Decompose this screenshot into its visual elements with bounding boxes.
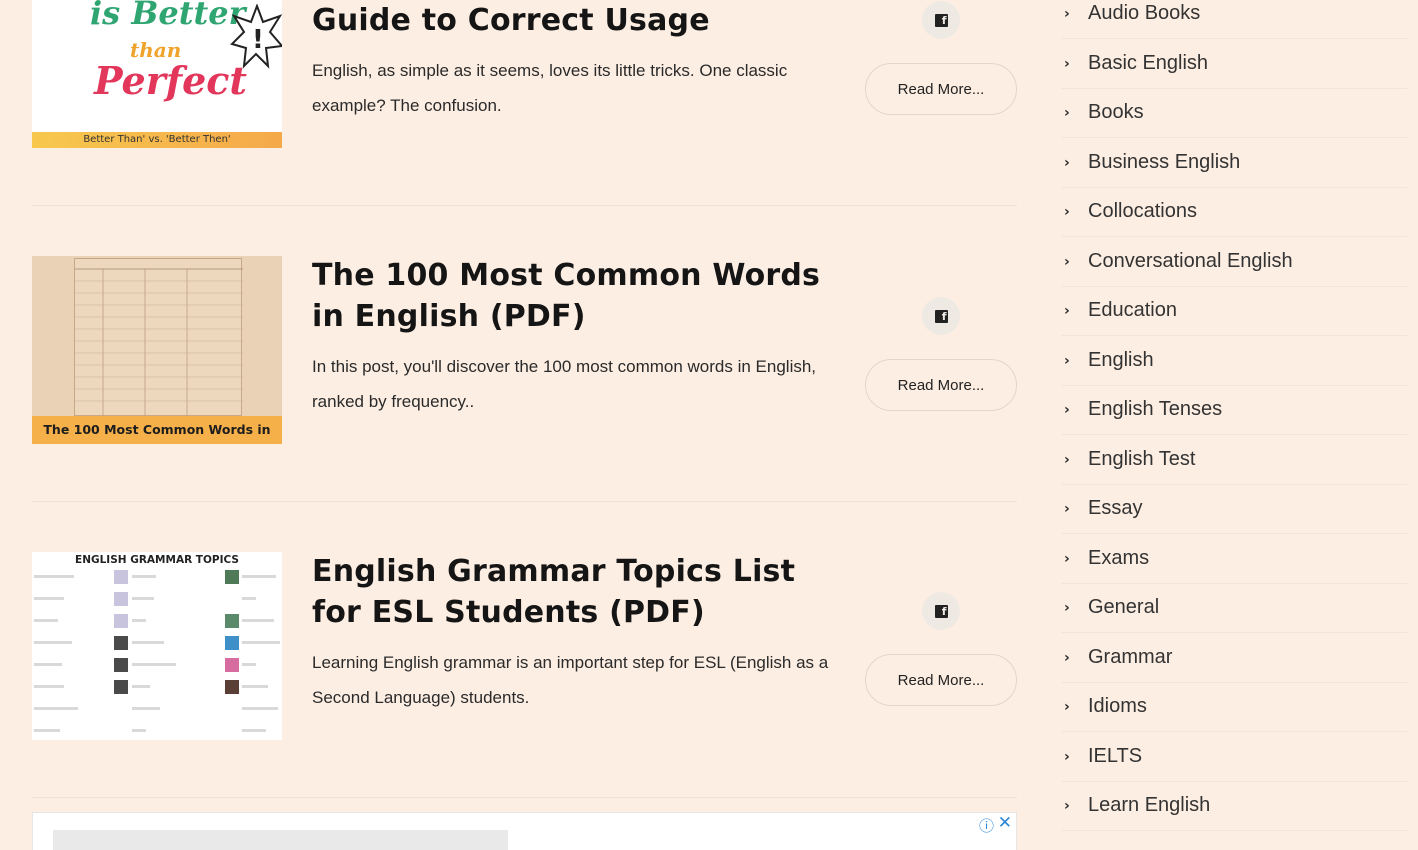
chevron-right-icon: ›: [1064, 500, 1070, 517]
chevron-right-icon: ›: [1064, 550, 1070, 567]
post-thumbnail[interactable]: ENGLISH GRAMMAR TOPICS: [32, 552, 282, 740]
chevron-right-icon: ›: [1064, 253, 1070, 270]
category-label[interactable]: English: [1088, 349, 1154, 372]
category-label[interactable]: English Tenses: [1088, 398, 1222, 421]
divider: [32, 797, 1017, 798]
post-excerpt: Learning English grammar is an important…: [312, 653, 829, 707]
chevron-right-icon: ›: [1064, 154, 1070, 171]
category-item[interactable]: › Books: [1062, 88, 1407, 138]
chevron-right-icon: ›: [1064, 302, 1070, 319]
category-item[interactable]: › English Tenses: [1062, 385, 1407, 435]
ad-content[interactable]: [53, 830, 508, 850]
category-item[interactable]: › IELTS: [1062, 732, 1407, 782]
category-item[interactable]: › General: [1062, 583, 1407, 633]
category-item[interactable]: › Business English: [1062, 138, 1407, 188]
category-item[interactable]: › Essay: [1062, 484, 1407, 534]
category-label[interactable]: Idioms: [1088, 695, 1147, 718]
chevron-right-icon: ›: [1064, 352, 1070, 369]
chevron-right-icon: ›: [1064, 451, 1070, 468]
chevron-right-icon: ›: [1064, 401, 1070, 418]
close-icon[interactable]: ✕: [998, 813, 1012, 833]
read-more-button[interactable]: Read More...: [865, 654, 1017, 706]
category-label[interactable]: IELTS: [1088, 745, 1142, 768]
category-label[interactable]: Audio Books: [1088, 2, 1200, 25]
category-item[interactable]: › English: [1062, 336, 1407, 386]
category-item[interactable]: › Idioms: [1062, 682, 1407, 732]
category-label[interactable]: Grammar: [1088, 646, 1172, 669]
facebook-share-button[interactable]: f: [922, 592, 960, 630]
info-icon[interactable]: ⓘ: [979, 815, 994, 836]
chevron-right-icon: ›: [1064, 797, 1070, 814]
category-item[interactable]: › Basic English: [1062, 39, 1407, 89]
category-label[interactable]: Conversational English: [1088, 250, 1293, 273]
chevron-right-icon: ›: [1064, 599, 1070, 616]
chevron-right-icon: ›: [1064, 203, 1070, 220]
category-item[interactable]: › Grammar: [1062, 633, 1407, 683]
chevron-right-icon: ›: [1064, 55, 1070, 72]
topics-grid-image: [34, 570, 280, 732]
post-card: ENGLISH GRAMMAR TOPICS: [32, 0, 1017, 745]
chevron-right-icon: ›: [1064, 748, 1070, 765]
category-label[interactable]: Education: [1088, 299, 1177, 322]
facebook-icon: f: [934, 604, 948, 618]
category-item[interactable]: › English Test: [1062, 435, 1407, 485]
chevron-right-icon: ›: [1064, 649, 1070, 666]
post-title[interactable]: English Grammar Topics List for ESL Stud…: [312, 551, 832, 633]
category-label[interactable]: Business English: [1088, 151, 1240, 174]
category-item[interactable]: › Collocations: [1062, 187, 1407, 237]
category-item[interactable]: › Conversational English: [1062, 237, 1407, 287]
category-label[interactable]: Learn English: [1088, 794, 1210, 817]
chevron-right-icon: ›: [1064, 698, 1070, 715]
chevron-right-icon: ›: [1064, 5, 1070, 22]
category-label[interactable]: English Test: [1088, 448, 1195, 471]
chevron-right-icon: ›: [1064, 104, 1070, 121]
thumbnail-caption: ENGLISH GRAMMAR TOPICS: [75, 554, 239, 566]
category-label[interactable]: Books: [1088, 101, 1144, 124]
category-label[interactable]: Basic English: [1088, 52, 1208, 75]
category-item[interactable]: › Exams: [1062, 534, 1407, 584]
category-label[interactable]: General: [1088, 596, 1159, 619]
category-label[interactable]: Exams: [1088, 547, 1149, 570]
category-label[interactable]: Essay: [1088, 497, 1142, 520]
category-item[interactable]: › Education: [1062, 286, 1407, 336]
category-item[interactable]: › Audio Books: [1062, 0, 1407, 39]
category-label[interactable]: Collocations: [1088, 200, 1197, 223]
category-item[interactable]: › Learn English: [1062, 781, 1407, 831]
ad-banner[interactable]: ⓘ ✕: [32, 812, 1017, 850]
